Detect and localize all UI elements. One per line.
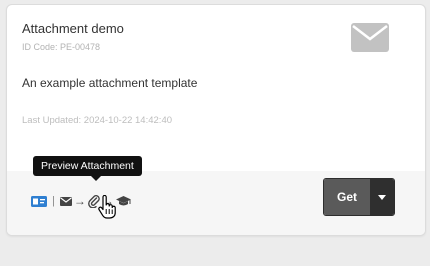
- get-button[interactable]: Get: [324, 179, 370, 215]
- card-description: An example attachment template: [22, 76, 198, 90]
- card-title: Attachment demo: [22, 21, 124, 36]
- get-button-group: Get: [323, 178, 395, 216]
- card-body: Attachment demo ID Code: PE-00478 An exa…: [7, 5, 425, 171]
- flow-arrow: →: [73, 194, 86, 208]
- envelope-icon: [351, 23, 389, 52]
- last-updated: Last Updated: 2024-10-22 14:42:40: [22, 115, 173, 126]
- id-code: ID Code: PE-00478: [22, 42, 101, 52]
- graduation-cap-icon[interactable]: [115, 195, 131, 207]
- preview-attachment-tooltip: Preview Attachment: [33, 156, 142, 181]
- caret-down-icon: [378, 194, 386, 200]
- flow-separator: |: [52, 195, 55, 207]
- delivery-flow: | → →: [31, 194, 133, 208]
- get-dropdown-toggle[interactable]: [370, 179, 394, 215]
- envelope-icon[interactable]: [59, 196, 72, 206]
- id-card-icon[interactable]: [31, 195, 47, 207]
- hand-pointer-cursor-icon: [98, 195, 116, 219]
